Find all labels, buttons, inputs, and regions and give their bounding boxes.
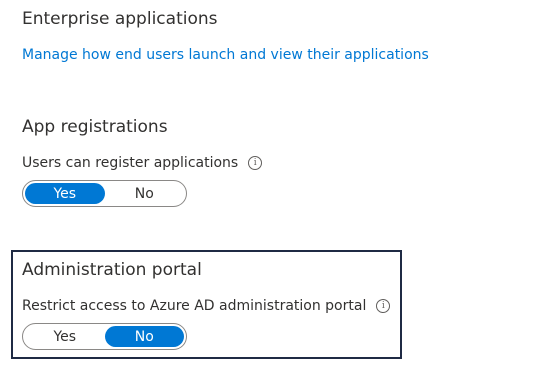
restrict-admin-portal-yes-option[interactable]: Yes	[25, 326, 105, 347]
app-registrations-heading: App registrations	[22, 117, 168, 137]
restrict-admin-portal-label: Restrict access to Azure AD administrati…	[22, 298, 367, 314]
manage-end-users-link[interactable]: Manage how end users launch and view the…	[22, 47, 429, 63]
info-icon[interactable]: i	[376, 299, 391, 313]
restrict-admin-portal-toggle: Yes No	[22, 323, 187, 350]
settings-page: Enterprise applications Manage how end u…	[0, 0, 536, 382]
users-can-register-setting: Users can register applications i	[22, 155, 263, 171]
users-can-register-no-option[interactable]: No	[105, 183, 185, 204]
enterprise-applications-heading: Enterprise applications	[22, 9, 218, 29]
users-can-register-yes-option[interactable]: Yes	[25, 183, 105, 204]
users-can-register-label: Users can register applications	[22, 155, 239, 171]
restrict-admin-portal-no-option[interactable]: No	[104, 326, 184, 347]
administration-portal-heading: Administration portal	[22, 260, 202, 280]
users-can-register-toggle: Yes No	[22, 180, 187, 207]
restrict-admin-portal-setting: Restrict access to Azure AD administrati…	[22, 298, 391, 314]
info-icon[interactable]: i	[248, 156, 263, 170]
